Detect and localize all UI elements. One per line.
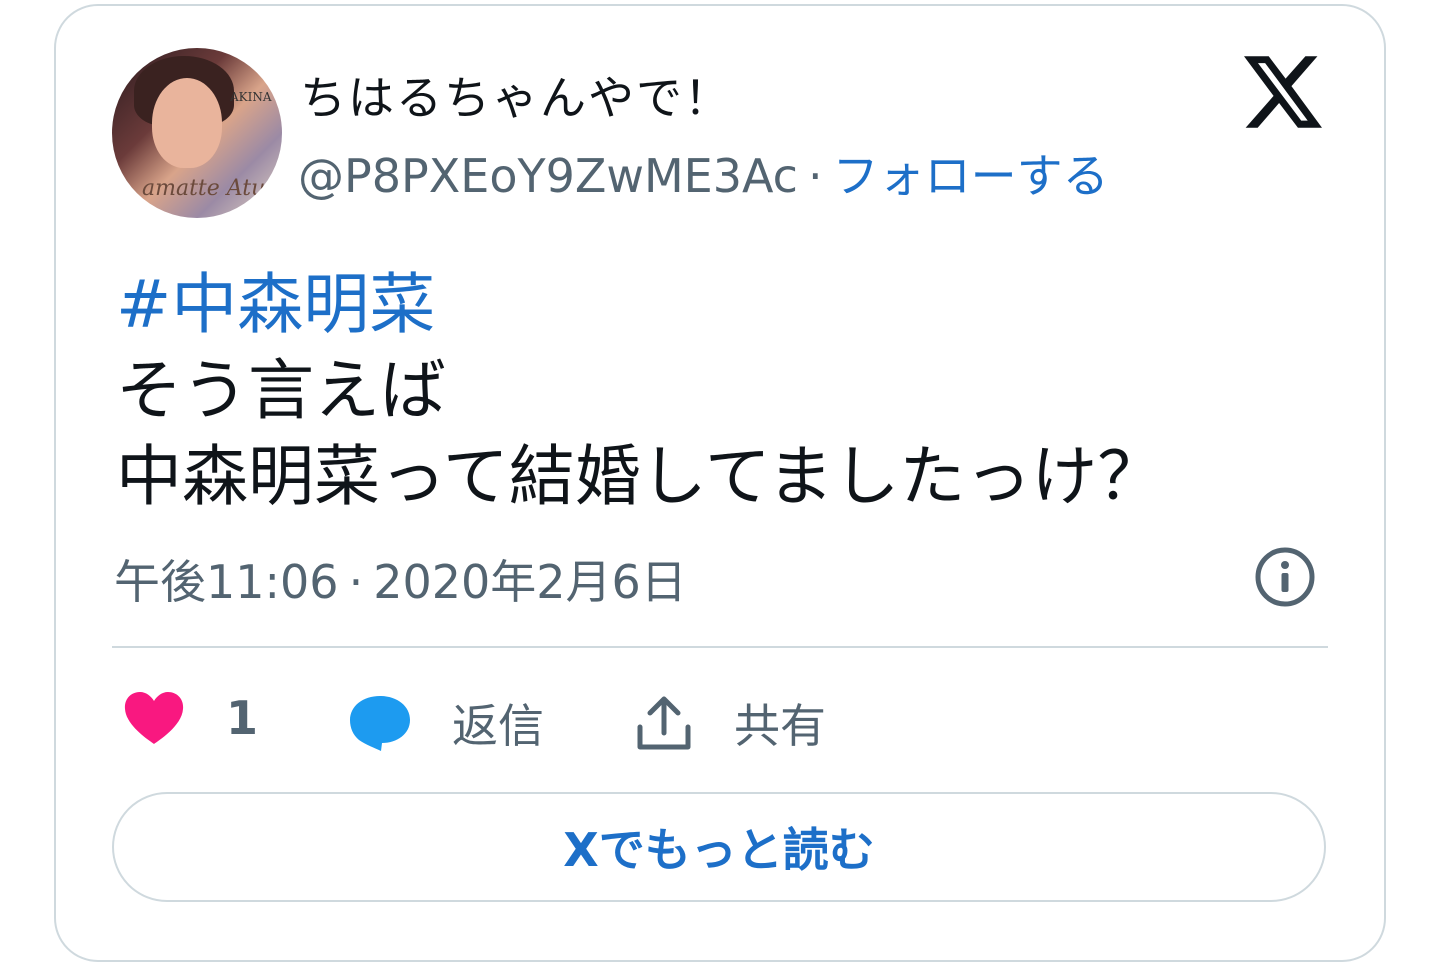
read-more-button[interactable]: Xでもっと読む (112, 792, 1326, 902)
heart-icon (122, 690, 186, 746)
avatar-album-text: AKINA (230, 90, 272, 104)
share-button[interactable]: 共有 (632, 690, 826, 756)
tweet-line-2: 中森明菜って結婚してましたっけ？ (116, 438, 1164, 515)
tweet-date: 2020年2月6日 (373, 555, 687, 609)
handle-separator: · (807, 149, 823, 203)
tweet-text: #中森明菜 そう言えば 中森明菜って結婚してましたっけ？ (116, 262, 1163, 520)
author-display-name[interactable]: ちはるちゃんやで！ (300, 62, 732, 128)
tweet-line-1: そう言えば (116, 352, 446, 429)
like-button[interactable]: 1 (122, 690, 258, 746)
speech-bubble-icon (348, 693, 412, 753)
meta-separator: · (348, 555, 364, 609)
author-handle-row: @P8PXEoY9ZwME3Ac · フォローする (298, 140, 1109, 206)
avatar-face (152, 78, 222, 168)
x-logo-icon[interactable] (1244, 56, 1322, 128)
like-count: 1 (226, 691, 259, 745)
tweet-time: 午後11:06 (114, 555, 339, 609)
divider (112, 646, 1328, 648)
author-handle[interactable]: @P8PXEoY9ZwME3Ac (298, 149, 798, 203)
hashtag-link[interactable]: #中森明菜 (116, 262, 1163, 348)
avatar-script-text: amatte Atu (142, 176, 266, 201)
share-upload-icon (632, 693, 696, 753)
share-label: 共有 (734, 699, 826, 753)
reply-button[interactable]: 返信 (348, 690, 544, 756)
info-icon[interactable] (1254, 546, 1316, 608)
reply-label: 返信 (452, 699, 544, 753)
tweet-timestamp[interactable]: 午後11:06 · 2020年2月6日 (114, 546, 687, 612)
author-avatar[interactable]: AKINA amatte Atu (112, 48, 282, 218)
follow-link[interactable]: フォローする (833, 149, 1109, 203)
